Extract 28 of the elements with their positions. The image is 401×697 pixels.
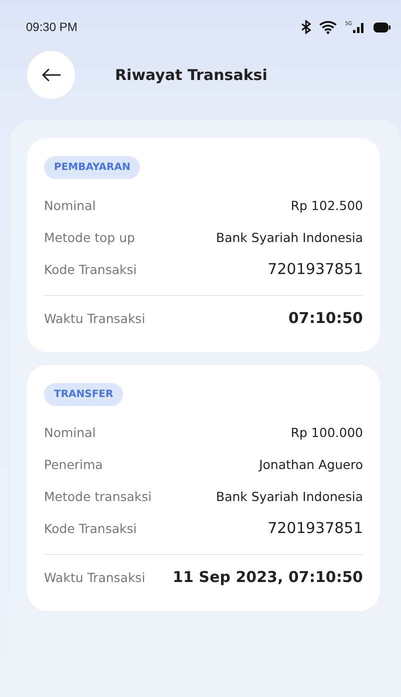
detail-value: 7201937851 [268,260,363,278]
wifi-icon [318,20,337,34]
detail-label: Metode top up [44,230,135,244]
detail-value: Rp 100.000 [290,424,363,440]
detail-label: Nominal [44,198,96,212]
detail-value: Bank Syariah Indonesia [216,230,363,244]
detail-label: Metode transaksi [44,488,152,504]
type-badge: TRANSFER [44,383,124,406]
detail-value: Bank Syariah Indonesia [216,488,363,504]
detail-value: Rp 102.500 [290,198,363,212]
status-time: 09:30 PM [26,20,78,34]
detail-value: 7201937851 [268,519,363,537]
detail-label: Nominal [44,424,96,440]
detail-label: Kode Transaksi [44,520,137,536]
type-badge: PEMBAYARAN [44,156,140,179]
time-value: 07:10:50 [288,309,363,327]
bluetooth-icon [300,20,311,34]
time-label: Waktu Transaksi [44,310,146,326]
time-label: Waktu Transaksi [44,570,146,584]
page-title: Riwayat Transaksi [115,66,268,84]
signal-icon [353,22,365,32]
back-arrow-icon [41,68,61,82]
battery-icon [373,22,391,32]
detail-value: Jonathan Aguero [259,456,363,472]
back-button[interactable] [27,51,75,99]
detail-label: Kode Transaksi [44,262,137,276]
time-value: 11 Sep 2023, 07:10:50 [172,568,363,586]
detail-label: Penerima [44,456,103,472]
